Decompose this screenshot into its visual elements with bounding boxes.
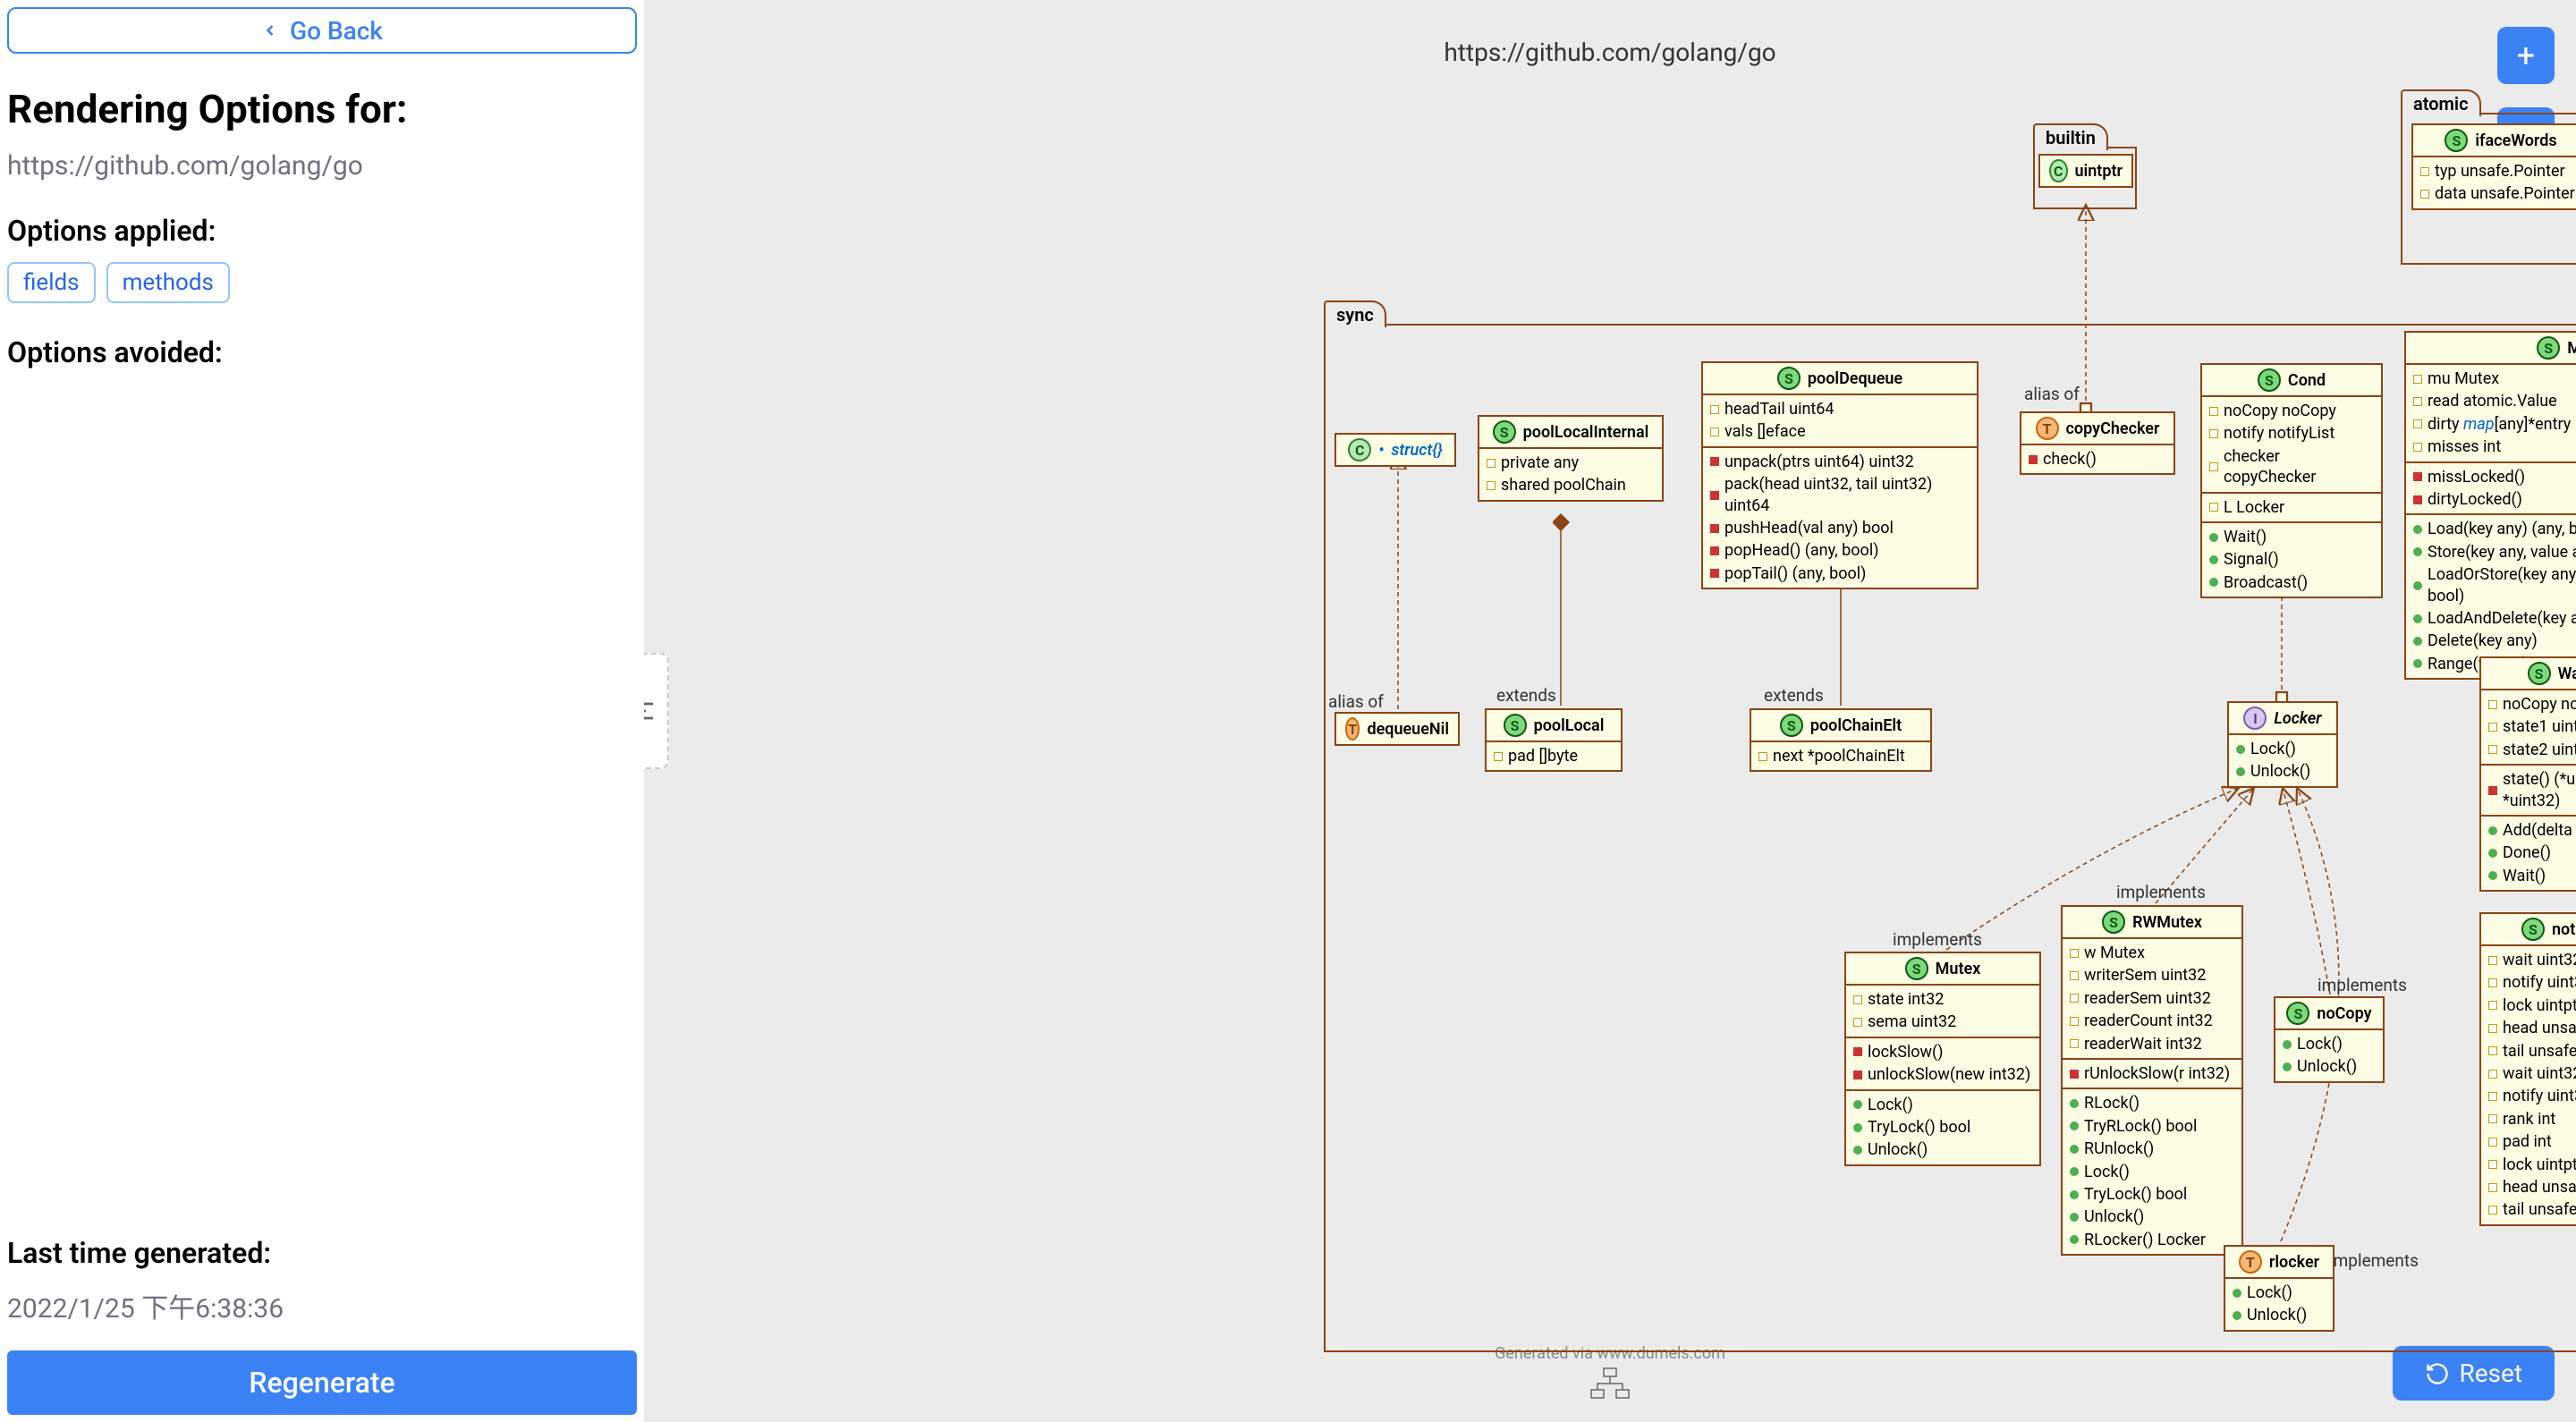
node-Mutex[interactable]: SMutex state int32 sema uint32 lockSlow(…: [1844, 952, 2041, 1166]
node-title: noCopy: [2317, 1004, 2371, 1023]
node-poolDequeue[interactable]: SpoolDequeue headTail uint64 vals []efac…: [1701, 361, 1979, 589]
tag-fields[interactable]: fields: [7, 262, 96, 303]
node-Locker[interactable]: ILocker Lock() Unlock(): [2227, 701, 2338, 788]
node-title: rlocker: [2269, 1253, 2319, 1272]
node-struct-anon[interactable]: C• struct{}: [1335, 433, 1456, 467]
diagram-canvas[interactable]: https://github.com/golang/go + − Reset F…: [644, 0, 2576, 1422]
node-title: poolDequeue: [1808, 369, 1902, 388]
node-title: dequeueNil: [1367, 720, 1449, 739]
node-WaitGroup[interactable]: SWaitGroup noCopy noCopy state1 uint64 s…: [2479, 656, 2576, 892]
node-poolLocal[interactable]: SpoolLocal pad []byte: [1485, 708, 1623, 772]
canvas-title: https://github.com/golang/go: [1444, 38, 1775, 67]
chevron-left-icon: [261, 21, 279, 39]
node-noCopy[interactable]: SnoCopy Lock() Unlock(): [2274, 996, 2385, 1083]
node-poolLocalInternal[interactable]: SpoolLocalInternal private any shared po…: [1478, 415, 1664, 502]
node-title: uintptr: [2075, 162, 2123, 181]
package-tab: builtin: [2033, 123, 2108, 150]
node-RWMutex[interactable]: SRWMutex w Mutex writerSem uint32 reader…: [2061, 905, 2243, 1256]
package-builtin: builtin Cuintptr: [2033, 147, 2137, 209]
node-title: Locker: [2274, 709, 2321, 728]
avoided-label: Options avoided:: [7, 335, 637, 369]
collapse-handle[interactable]: [644, 653, 669, 769]
node-Cond[interactable]: SCond noCopy noCopy notify notifyList ch…: [2200, 363, 2383, 598]
package-atomic: atomic SifaceWords typ unsafe.Pointer da…: [2401, 113, 2576, 265]
node-title: poolLocal: [1534, 716, 1605, 735]
node-title: poolChainElt: [1810, 716, 1902, 735]
reset-label: Reset: [2459, 1359, 2522, 1388]
tag-methods[interactable]: methods: [106, 262, 230, 303]
node-title: Cond: [2288, 371, 2326, 390]
node-title: struct{}: [1391, 441, 1442, 460]
node-ifaceWords[interactable]: SifaceWords typ unsafe.Pointer data unsa…: [2411, 123, 2576, 210]
collapse-icon: [644, 697, 657, 725]
node-title: Map: [2567, 339, 2576, 358]
package-sync: sync C• struct{} SpoolLocalInternal priv…: [1324, 324, 2576, 1352]
node-dequeueNil[interactable]: TdequeueNil: [1335, 712, 1460, 746]
last-gen-label: Last time generated:: [7, 1236, 637, 1270]
node-Map[interactable]: SMap mu Mutex read atomic.Value dirty ma…: [2404, 331, 2576, 680]
regenerate-button[interactable]: Regenerate: [7, 1350, 637, 1415]
package-tab: atomic: [2401, 89, 2481, 116]
applied-label: Options applied:: [7, 214, 637, 248]
footer-icon: [1588, 1367, 1632, 1404]
go-back-button[interactable]: Go Back: [7, 7, 637, 54]
node-copyChecker[interactable]: TcopyChecker check(): [2020, 411, 2175, 475]
node-title: copyChecker: [2066, 419, 2160, 438]
zoom-in-button[interactable]: +: [2497, 27, 2555, 84]
node-title: poolLocalInternal: [1523, 423, 1649, 442]
node-rlocker[interactable]: Trlocker Lock() Unlock(): [2224, 1245, 2334, 1332]
node-uintptr[interactable]: Cuintptr: [2038, 154, 2133, 188]
node-poolChainElt[interactable]: SpoolChainElt next *poolChainElt: [1750, 708, 1932, 772]
repo-url: https://github.com/golang/go: [7, 150, 637, 182]
node-title: Mutex: [1936, 960, 1981, 978]
sidebar: Go Back Rendering Options for: https://g…: [0, 0, 644, 1422]
node-title: RWMutex: [2132, 913, 2202, 932]
timestamp: 2022/1/25 下午6:38:36: [7, 1286, 637, 1325]
node-title: ifaceWords: [2475, 131, 2556, 150]
go-back-label: Go Back: [290, 16, 383, 46]
node-title: WaitGroup: [2558, 664, 2576, 683]
applied-tags: fields methods: [7, 262, 637, 303]
node-notifyList[interactable]: SnotifyList wait uint32 notify uint32 lo…: [2479, 912, 2576, 1226]
package-tab: sync: [1324, 300, 1386, 327]
node-title: notifyList: [2552, 920, 2576, 939]
reset-button[interactable]: Reset: [2393, 1346, 2555, 1401]
reset-icon: [2425, 1361, 2450, 1386]
page-heading: Rendering Options for:: [7, 86, 637, 132]
